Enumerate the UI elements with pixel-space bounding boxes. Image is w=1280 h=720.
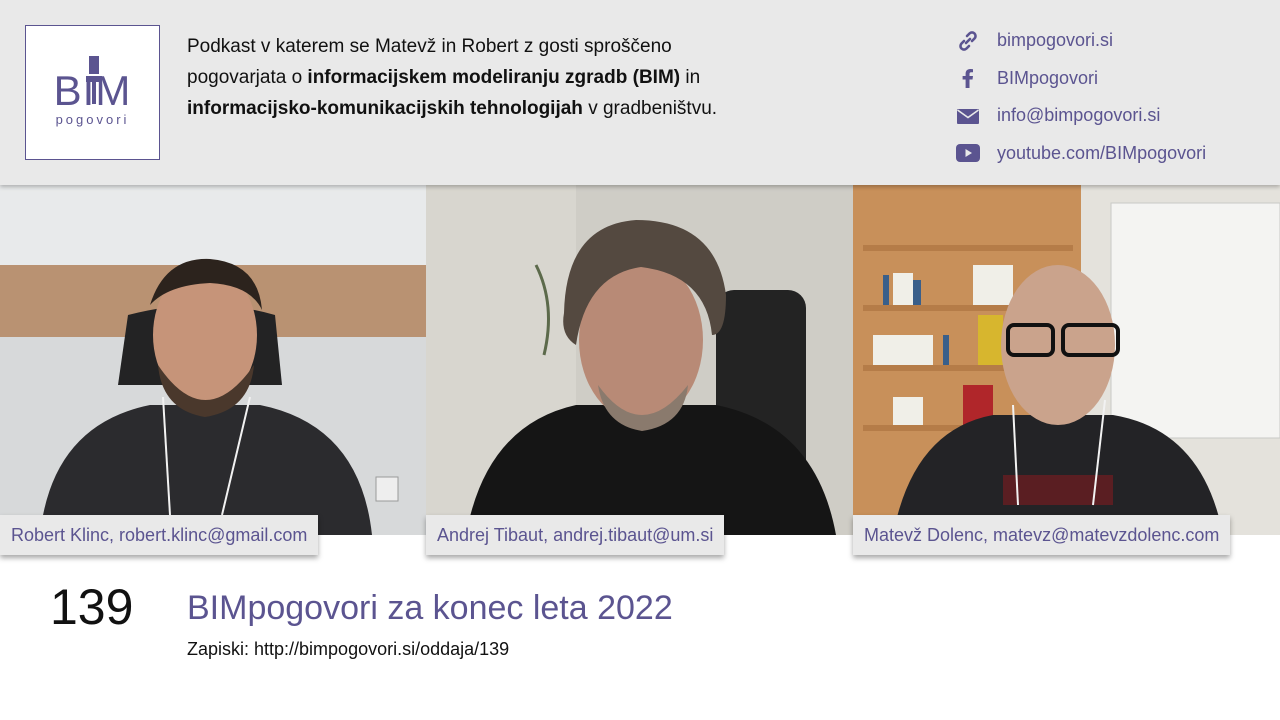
episode-title: BIMpogovori za konec leta 2022 <box>187 589 673 627</box>
bim-logo[interactable]: BIM pogovori <box>25 25 160 160</box>
facebook-icon <box>955 66 981 90</box>
video-tile-andrej[interactable] <box>426 185 853 535</box>
header-bar: BIM pogovori Podkast v katerem se Matevž… <box>0 0 1280 185</box>
logo-subtitle: pogovori <box>55 112 130 127</box>
participant-video <box>426 185 853 535</box>
youtube-icon <box>955 141 981 165</box>
podcast-description: Podkast v katerem se Matevž in Robert z … <box>187 36 718 119</box>
video-tile-robert[interactable] <box>0 185 426 535</box>
link-youtube[interactable]: youtube.com/BIMpogovori <box>955 135 1206 173</box>
participant-label: Robert Klinc, robert.klinc@gmail.com <box>0 515 319 555</box>
participant-label: Matevž Dolenc, matevz@matevzdolenc.com <box>853 515 1231 555</box>
link-website[interactable]: bimpogovori.si <box>955 22 1206 60</box>
contact-links: bimpogovori.si BIMpogovori info@bimpogov… <box>955 22 1206 172</box>
participant-video <box>0 185 426 535</box>
participant-label: Andrej Tibaut, andrej.tibaut@um.si <box>426 515 725 555</box>
episode-number: 139 <box>50 579 134 635</box>
logo-text: BIM <box>53 67 132 114</box>
video-tile-matevz[interactable] <box>853 185 1280 535</box>
link-facebook[interactable]: BIMpogovori <box>955 60 1206 98</box>
participant-video <box>853 185 1280 535</box>
link-icon <box>955 29 981 53</box>
link-email[interactable]: info@bimpogovori.si <box>955 97 1206 135</box>
episode-notes-link[interactable]: Zapiski: http://bimpogovori.si/oddaja/13… <box>187 638 509 660</box>
mail-icon <box>955 104 981 128</box>
